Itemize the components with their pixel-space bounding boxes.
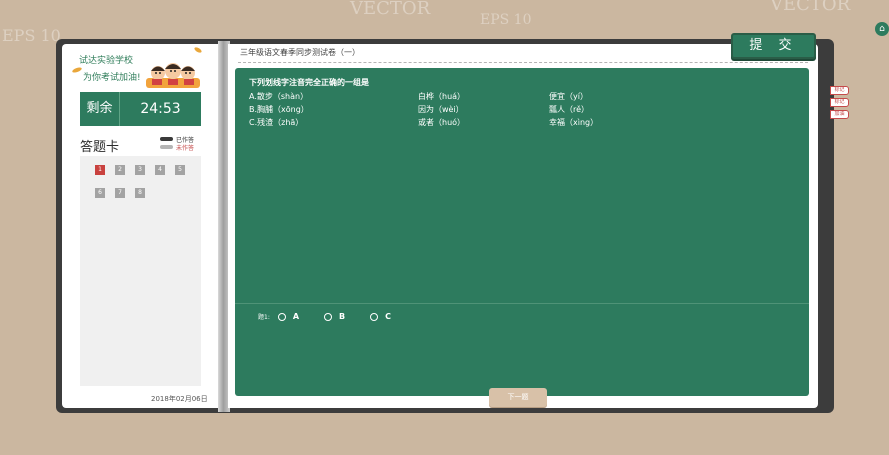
answer-legend: 已作答 未作答 [160, 135, 195, 152]
submit-button[interactable]: 提 交 [731, 33, 816, 59]
time-left: 24:53 [140, 101, 181, 117]
question-stem: 下列划线字注音完全正确的一组是 [249, 78, 369, 87]
background-doodle-vector: VECTOR [350, 0, 431, 19]
answered-swatch [160, 137, 173, 141]
choice-a[interactable]: A [277, 312, 300, 321]
radio-c[interactable] [370, 312, 379, 321]
answer-label: 题1: [258, 314, 270, 321]
students-mascot-icon [146, 63, 200, 88]
next-question-button[interactable]: 下一题 [489, 388, 547, 407]
radio-a[interactable] [277, 312, 286, 321]
choice-c-label: C [385, 312, 392, 321]
side-tab-2[interactable]: 标记 [830, 98, 849, 107]
title-divider [238, 62, 808, 63]
question-nav-8[interactable]: 8 [135, 188, 145, 198]
question-nav-4[interactable]: 4 [155, 165, 165, 175]
radio-b[interactable] [324, 312, 333, 321]
exam-date: 2018年02月06日 [151, 395, 208, 403]
option-cell: 瓢人（rě） [549, 105, 590, 114]
option-row-c: C.残渣（zhā） 或者（huó） 幸福（xìng） [249, 117, 598, 128]
side-tab-3[interactable]: 加油 [830, 110, 849, 119]
option-cell: A.散步（shàn） [249, 92, 309, 101]
choice-b[interactable]: B [324, 312, 345, 321]
answer-divider [235, 303, 809, 304]
question-nav-2[interactable]: 2 [115, 165, 125, 175]
question-nav-7[interactable]: 7 [115, 188, 125, 198]
option-row-a: A.散步（shàn） 白桦（huá） 便宜（yí） [249, 91, 588, 102]
option-cell: 因为（wèi） [418, 105, 464, 114]
cheer-text: 为你考试加油! [83, 73, 141, 83]
option-cell: 白桦（huá） [418, 92, 466, 101]
background-doodle-vector-2: VECTOR [770, 0, 851, 15]
question-nav-6[interactable]: 6 [95, 188, 105, 198]
question-nav-3[interactable]: 3 [135, 165, 145, 175]
answer-card-grid: 1 2 3 4 5 6 7 8 [80, 156, 201, 386]
side-tab-1[interactable]: 标记 [830, 86, 849, 95]
countdown-timer: 剩余 24:53 [80, 92, 201, 126]
background-doodle-eps-2: EPS 10 [480, 12, 532, 28]
option-cell: C.残渣（zhā） [249, 118, 304, 127]
option-cell: B.胸脯（xōng） [249, 105, 309, 114]
paper-title: 三年级语文春季同步测试卷（一） [240, 48, 360, 57]
home-icon[interactable]: ⌂ [875, 22, 889, 36]
remaining-label: 剩余 [80, 92, 120, 126]
question-nav-5[interactable]: 5 [175, 165, 185, 175]
legend-unanswered: 未作答 [160, 143, 195, 152]
option-cell: 幸福（xìng） [549, 118, 599, 127]
answer-choices: 题1: A B C [258, 312, 416, 321]
choice-a-label: A [292, 312, 300, 321]
option-cell: 或者（huó） [418, 118, 466, 127]
option-row-b: B.胸脯（xōng） 因为（wèi） 瓢人（rě） [249, 104, 589, 115]
question-nav-1[interactable]: 1 [95, 165, 105, 175]
option-cell: 便宜（yí） [549, 92, 588, 101]
choice-c[interactable]: C [370, 312, 391, 321]
answer-card-title: 答题卡 [80, 140, 120, 155]
legend-unanswered-label: 未作答 [176, 144, 195, 152]
choice-b-label: B [339, 312, 346, 321]
school-name: 试达实验学校 [79, 56, 134, 66]
background-doodle-eps: EPS 10 [2, 26, 61, 45]
unanswered-swatch [160, 145, 173, 149]
side-tabs: 标记 标记 加油 [830, 86, 849, 122]
